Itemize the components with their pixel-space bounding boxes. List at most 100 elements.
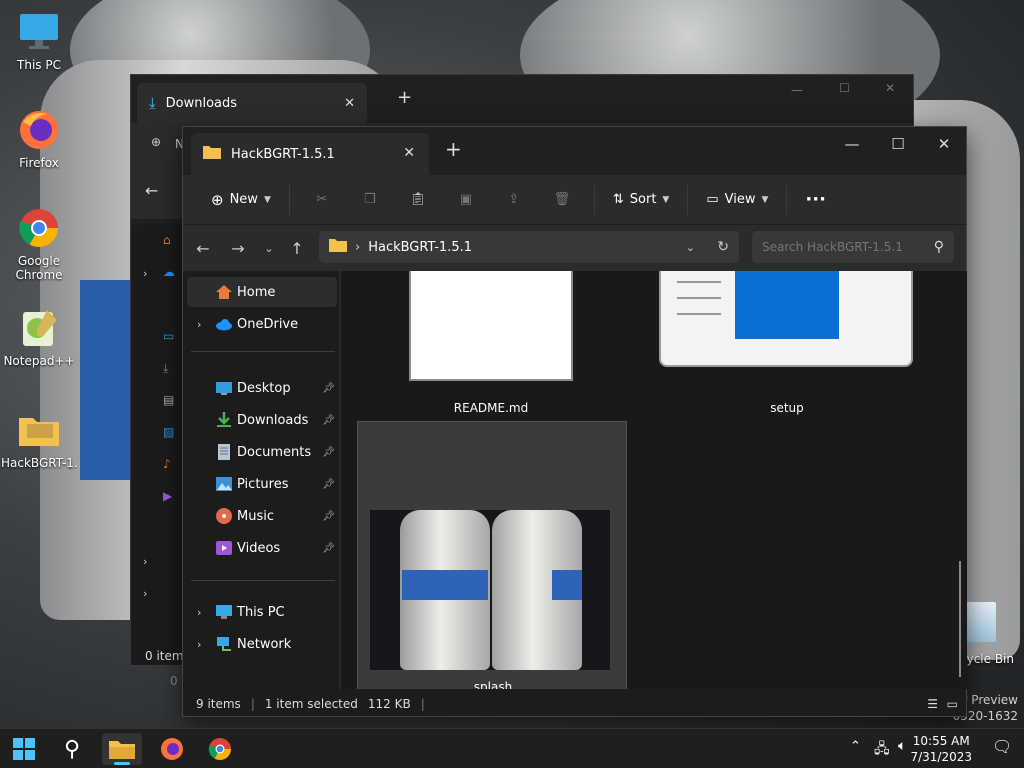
copy-icon: ❐ bbox=[364, 192, 376, 207]
taskbar-file-explorer[interactable] bbox=[102, 733, 142, 765]
address-dropdown-icon[interactable]: ⌄ bbox=[686, 241, 695, 254]
sort-button[interactable]: ⇅ Sort ▼ bbox=[603, 183, 679, 217]
view-icon: ▭ bbox=[706, 192, 719, 207]
nav-item-desktop[interactable]: Desktop 📌︎ bbox=[187, 373, 337, 403]
up-arrow-icon[interactable]: ↑ bbox=[283, 235, 311, 261]
close-tab-icon[interactable]: ✕ bbox=[344, 96, 355, 111]
command-bar: ⊕ New ▼ ✂ ❐ 📋︎ ▣ ⇪ 🗑︎ ⇅ Sort ▼ ▭ View ▼ … bbox=[183, 175, 966, 225]
search-input[interactable] bbox=[762, 240, 922, 254]
explorer-window[interactable]: HackBGRT-1.5.1 ✕ + — ☐ ✕ ⊕ New ▼ ✂ ❐ 📋︎ … bbox=[182, 126, 967, 717]
maximize-icon[interactable]: ☐ bbox=[839, 81, 850, 95]
tiles-view-icon[interactable]: ▭ bbox=[947, 697, 958, 711]
chevron-right-icon[interactable]: › bbox=[143, 587, 147, 600]
clock-time: 10:55 AM bbox=[912, 734, 970, 748]
chevron-right-icon[interactable]: › bbox=[197, 318, 201, 331]
taskbar-firefox[interactable] bbox=[152, 733, 192, 765]
vertical-scrollbar[interactable] bbox=[959, 561, 961, 677]
new-tab-icon[interactable]: + bbox=[445, 139, 462, 159]
nav-item-onedrive[interactable]: › OneDrive bbox=[187, 309, 337, 339]
new-icon[interactable]: ⊕ bbox=[151, 135, 161, 149]
chevron-right-icon[interactable]: › bbox=[143, 267, 147, 280]
more-icon: ··· bbox=[805, 189, 826, 210]
nav-item-documents[interactable]: Documents 📌︎ bbox=[187, 437, 337, 467]
minimize-icon[interactable]: — bbox=[791, 83, 803, 97]
onedrive-icon: ☁ bbox=[163, 265, 175, 279]
volume-icon[interactable]: 🔈︎ bbox=[898, 738, 906, 754]
network-icon[interactable]: 🖧︎ bbox=[874, 738, 890, 762]
desktop-icon-chrome[interactable]: Google Chrome bbox=[1, 206, 77, 282]
chevron-right-icon[interactable]: › bbox=[197, 606, 201, 619]
desktop-icon bbox=[215, 379, 233, 397]
windows-icon bbox=[13, 738, 35, 760]
chevron-down-icon: ▼ bbox=[761, 194, 769, 205]
details-view-icon[interactable]: ☰ bbox=[927, 697, 938, 711]
start-button[interactable] bbox=[4, 733, 44, 765]
new-button[interactable]: ⊕ New ▼ bbox=[201, 183, 281, 217]
readme-thumbnail bbox=[409, 271, 573, 381]
recent-locations-icon[interactable]: ⌄ bbox=[255, 235, 283, 261]
back-tab[interactable]: ⤓ Downloads ✕ bbox=[137, 83, 367, 123]
new-label: New bbox=[229, 192, 258, 207]
nav-item-music[interactable]: Music 📌︎ bbox=[187, 501, 337, 531]
nav-item-network[interactable]: › Network bbox=[187, 629, 337, 659]
tab-hackbgrt[interactable]: HackBGRT-1.5.1 ✕ bbox=[191, 133, 429, 175]
delete-button[interactable]: 🗑︎ bbox=[538, 183, 586, 217]
nav-item-videos[interactable]: Videos 📌︎ bbox=[187, 533, 337, 563]
desktop-icon-hackbgrt[interactable]: HackBGRT-1... bbox=[1, 408, 77, 470]
file-item-readme[interactable]: README.md bbox=[407, 271, 575, 415]
back-arrow-icon[interactable]: ← bbox=[145, 181, 158, 200]
show-hidden-icons-icon[interactable]: ⌃ bbox=[850, 739, 861, 754]
network-icon bbox=[215, 635, 233, 653]
rename-button[interactable]: ▣ bbox=[442, 183, 490, 217]
nav-item-home[interactable]: Home bbox=[187, 277, 337, 307]
new-tab-icon[interactable]: + bbox=[397, 87, 412, 108]
desktop-icon-this-pc[interactable]: This PC bbox=[1, 10, 77, 72]
nav-item-this-pc[interactable]: › This PC bbox=[187, 597, 337, 627]
notification-icon[interactable]: 🗨︎ bbox=[992, 737, 1012, 756]
divider bbox=[593, 184, 595, 215]
close-window-icon[interactable]: ✕ bbox=[921, 127, 967, 161]
paste-button[interactable]: 📋︎ bbox=[394, 183, 442, 217]
divider bbox=[687, 184, 689, 215]
picture-icon bbox=[215, 475, 233, 493]
address-bar[interactable]: › HackBGRT-1.5.1 ⌄ ↻ bbox=[319, 231, 739, 263]
copy-button[interactable]: ❐ bbox=[346, 183, 394, 217]
view-button[interactable]: ▭ View ▼ bbox=[696, 183, 778, 217]
maximize-icon[interactable]: ☐ bbox=[875, 127, 921, 161]
setup-line bbox=[677, 281, 721, 283]
nav-item-downloads[interactable]: Downloads 📌︎ bbox=[187, 405, 337, 435]
cut-button[interactable]: ✂ bbox=[298, 183, 346, 217]
close-tab-icon[interactable]: ✕ bbox=[403, 145, 415, 161]
back-arrow-icon[interactable]: ← bbox=[189, 235, 217, 261]
chevron-right-icon[interactable]: › bbox=[143, 555, 147, 568]
refresh-icon[interactable]: ↻ bbox=[717, 239, 729, 255]
more-options-button[interactable]: ··· bbox=[795, 183, 836, 217]
video-icon: ▶ bbox=[163, 489, 173, 503]
back-status-2: 0 bbox=[170, 674, 178, 688]
navigation-pane: Home › OneDrive Desktop 📌︎ Downloads 📌︎ … bbox=[183, 271, 339, 689]
system-clock[interactable]: 10:55 AM 7/31/2023 bbox=[910, 733, 972, 765]
music-icon bbox=[215, 507, 233, 525]
file-item-splash[interactable]: splash bbox=[357, 421, 627, 689]
taskbar-chrome[interactable] bbox=[200, 733, 240, 765]
nav-label: Network bbox=[237, 636, 292, 652]
forward-arrow-icon[interactable]: → bbox=[224, 235, 252, 261]
search-box[interactable]: ⚲ bbox=[752, 231, 954, 263]
nav-item-pictures[interactable]: Pictures 📌︎ bbox=[187, 469, 337, 499]
status-separator: | bbox=[250, 697, 255, 711]
close-window-icon[interactable]: ✕ bbox=[885, 81, 895, 95]
search-icon: ⚲ bbox=[63, 736, 81, 762]
chevron-right-icon[interactable]: › bbox=[197, 638, 201, 651]
document-icon bbox=[215, 443, 233, 461]
file-name: README.md bbox=[453, 401, 529, 415]
breadcrumb-separator-icon: › bbox=[355, 239, 361, 255]
desktop-icon-firefox[interactable]: Firefox bbox=[1, 108, 77, 170]
desktop-icon-notepadpp[interactable]: Notepad++ bbox=[1, 306, 77, 368]
breadcrumb-path[interactable]: HackBGRT-1.5.1 bbox=[368, 240, 472, 255]
download-icon: ⤓ bbox=[149, 94, 156, 112]
search-button[interactable]: ⚲ bbox=[52, 733, 92, 765]
search-icon[interactable]: ⚲ bbox=[934, 239, 944, 255]
minimize-icon[interactable]: — bbox=[829, 127, 875, 161]
share-button[interactable]: ⇪ bbox=[490, 183, 538, 217]
file-item-setup[interactable]: setup bbox=[657, 271, 917, 415]
